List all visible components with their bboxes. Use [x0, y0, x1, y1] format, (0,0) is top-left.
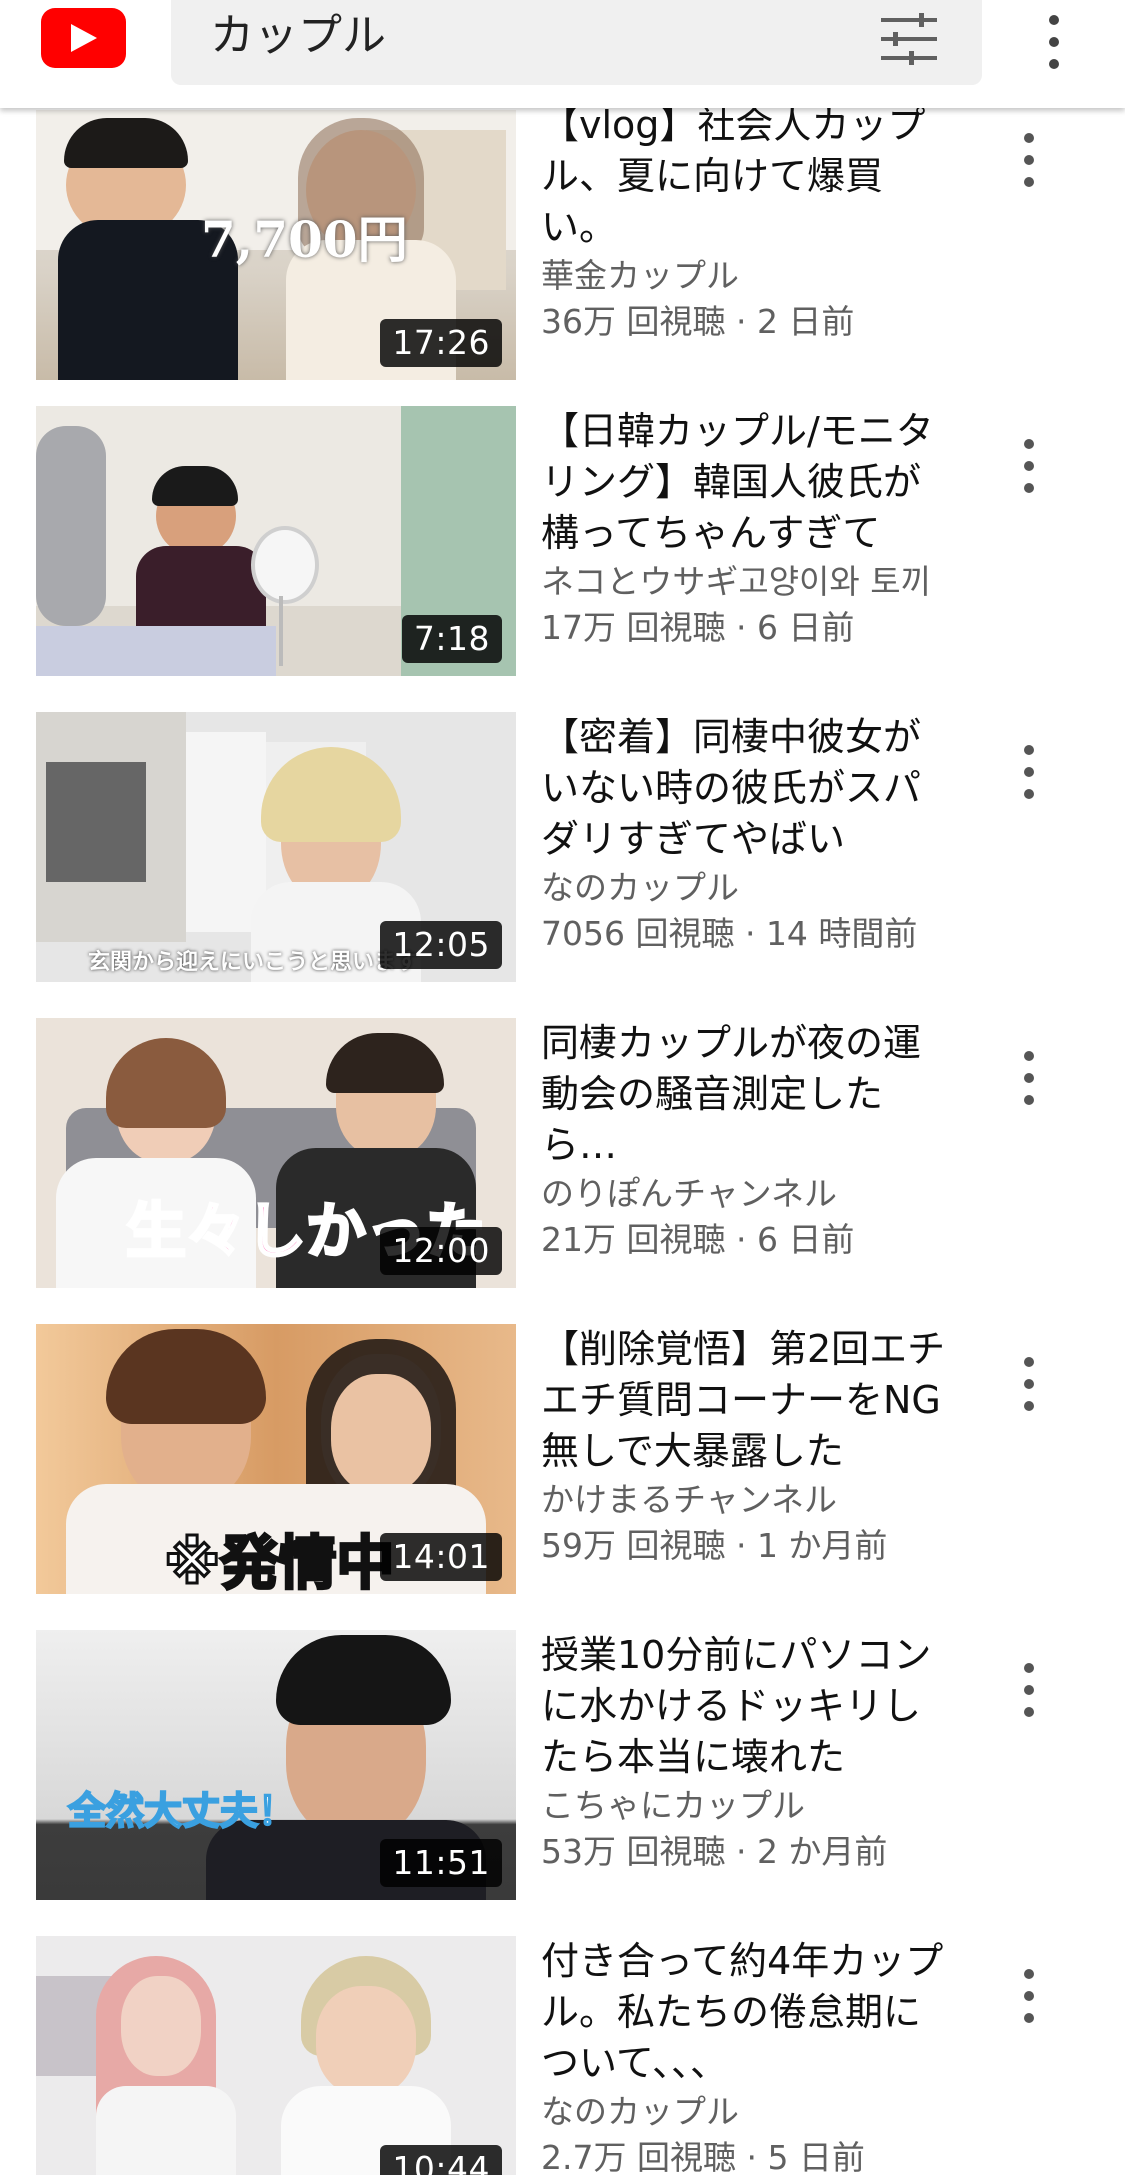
thumbnail-overlay-text: 7,700円: [201, 210, 408, 269]
thumbnail-overlay-text: ※発情中: [162, 1528, 395, 1595]
video-title[interactable]: 【削除覚悟】第2回エチエチ質問コーナーをNG無しで大暴露した: [541, 1324, 956, 1477]
channel-name[interactable]: こちゃにカップル: [541, 1783, 956, 1829]
youtube-search-results-page: { "search": { "query": "カップル" }, "colors…: [0, 0, 1125, 2175]
filter-sliders-icon[interactable]: [879, 12, 939, 66]
more-vertical-icon[interactable]: [1011, 1966, 1047, 2026]
thumbnail-overlay-text: 玄関から迎えにいこうと思います: [88, 950, 419, 975]
video-thumbnail[interactable]: 玄関から迎えにいこうと思います 12:05: [36, 712, 516, 982]
video-thumbnail[interactable]: 全然大丈夫！ 11:51: [36, 1630, 516, 1900]
video-thumbnail[interactable]: 生々しかった 12:00: [36, 1018, 516, 1288]
video-title[interactable]: 【vlog】社会人カップル、夏に向けて爆買い。: [541, 100, 956, 253]
video-title[interactable]: 付き合って約4年カップル。私たちの倦怠期について、、、: [541, 1936, 956, 2089]
view-count-and-date: 53万 回視聴 · 2 か月前: [541, 1832, 888, 1871]
view-count-and-date: 36万 回視聴 · 2 日前: [541, 302, 855, 341]
video-thumbnail[interactable]: ※発情中 14:01: [36, 1324, 516, 1594]
video-title[interactable]: 【密着】同棲中彼女がいない時の彼氏がスパダリすぎてやばい: [541, 712, 956, 865]
channel-name[interactable]: なのカップル: [541, 2089, 956, 2135]
video-thumbnail[interactable]: 7,700円 17:26: [36, 110, 516, 380]
video-item[interactable]: 7,700円 17:26 【vlog】社会人カップル、夏に向けて爆買い。 華金カ…: [0, 100, 1125, 380]
video-item[interactable]: 7:18 【日韓カップル/モニタリング】韓国人彼氏が構ってちゃんすぎて ネコとウ…: [0, 406, 1125, 676]
more-vertical-icon[interactable]: [1011, 1354, 1047, 1414]
view-count-and-date: 21万 回視聴 · 6 日前: [541, 1220, 855, 1259]
search-box[interactable]: カップル: [171, 0, 982, 85]
video-duration: 17:26: [380, 319, 502, 367]
youtube-logo-icon[interactable]: [41, 8, 126, 68]
video-duration: 10:44: [380, 2145, 502, 2175]
top-app-bar: カップル: [0, 0, 1125, 108]
more-vertical-icon[interactable]: [1011, 1048, 1047, 1108]
more-options-icon[interactable]: [1030, 10, 1078, 74]
video-item[interactable]: 生々しかった 12:00 同棲カップルが夜の運動会の騒音測定したら… のりぽんチ…: [0, 1018, 1125, 1288]
video-duration: 14:01: [380, 1533, 502, 1581]
view-count-and-date: 59万 回視聴 · 1 か月前: [541, 1526, 888, 1565]
channel-name[interactable]: 華金カップル: [541, 253, 956, 299]
video-duration: 12:05: [380, 921, 502, 969]
view-count-and-date: 2.7万 回視聴 · 5 日前: [541, 2138, 865, 2175]
video-duration: 12:00: [380, 1227, 502, 1275]
video-info[interactable]: 【削除覚悟】第2回エチエチ質問コーナーをNG無しで大暴露した かけまるチャンネル…: [541, 1324, 956, 1569]
video-title[interactable]: 授業10分前にパソコンに水かけるドッキリしたら本当に壊れた: [541, 1630, 956, 1783]
video-info[interactable]: 付き合って約4年カップル。私たちの倦怠期について、、、 なのカップル 2.7万 …: [541, 1936, 956, 2175]
video-info[interactable]: 同棲カップルが夜の運動会の騒音測定したら… のりぽんチャンネル 21万 回視聴 …: [541, 1018, 956, 1263]
video-item[interactable]: ※発情中 14:01 【削除覚悟】第2回エチエチ質問コーナーをNG無しで大暴露し…: [0, 1324, 1125, 1594]
channel-name[interactable]: かけまるチャンネル: [541, 1477, 956, 1523]
video-title[interactable]: 【日韓カップル/モニタリング】韓国人彼氏が構ってちゃんすぎて: [541, 406, 956, 559]
channel-name[interactable]: のりぽんチャンネル: [541, 1171, 956, 1217]
video-info[interactable]: 【vlog】社会人カップル、夏に向けて爆買い。 華金カップル 36万 回視聴 ·…: [541, 100, 956, 345]
channel-name[interactable]: ネコとウサギ고양이와 토끼: [541, 559, 956, 605]
video-duration: 7:18: [401, 615, 502, 663]
more-vertical-icon[interactable]: [1011, 436, 1047, 496]
video-title[interactable]: 同棲カップルが夜の運動会の騒音測定したら…: [541, 1018, 956, 1171]
search-query-text[interactable]: カップル: [210, 10, 386, 62]
channel-name[interactable]: なのカップル: [541, 865, 956, 911]
video-thumbnail[interactable]: 10:44: [36, 1936, 516, 2175]
video-item[interactable]: 玄関から迎えにいこうと思います 12:05 【密着】同棲中彼女がいない時の彼氏が…: [0, 712, 1125, 982]
video-duration: 11:51: [380, 1839, 502, 1887]
more-vertical-icon[interactable]: [1011, 1660, 1047, 1720]
video-info[interactable]: 授業10分前にパソコンに水かけるドッキリしたら本当に壊れた こちゃにカップル 5…: [541, 1630, 956, 1875]
video-item[interactable]: 全然大丈夫！ 11:51 授業10分前にパソコンに水かけるドッキリしたら本当に壊…: [0, 1630, 1125, 1900]
video-thumbnail[interactable]: 7:18: [36, 406, 516, 676]
video-item[interactable]: 10:44 付き合って約4年カップル。私たちの倦怠期について、、、 なのカップル…: [0, 1936, 1125, 2175]
view-count-and-date: 7056 回視聴 · 14 時間前: [541, 914, 918, 953]
video-info[interactable]: 【日韓カップル/モニタリング】韓国人彼氏が構ってちゃんすぎて ネコとウサギ고양이…: [541, 406, 956, 651]
view-count-and-date: 17万 回視聴 · 6 日前: [541, 608, 855, 647]
more-vertical-icon[interactable]: [1011, 742, 1047, 802]
more-vertical-icon[interactable]: [1011, 130, 1047, 190]
thumbnail-overlay-text: 全然大丈夫！: [67, 1788, 297, 1834]
video-info[interactable]: 【密着】同棲中彼女がいない時の彼氏がスパダリすぎてやばい なのカップル 7056…: [541, 712, 956, 957]
